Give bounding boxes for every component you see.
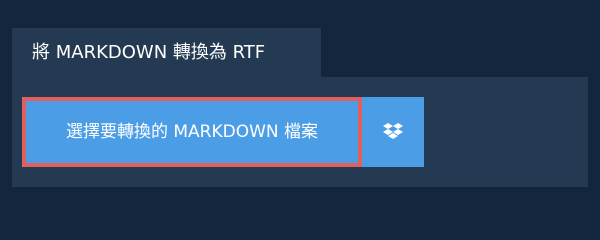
tab-title: 將 MARKDOWN 轉換為 RTF — [32, 42, 266, 63]
converter-tab: 將 MARKDOWN 轉換為 RTF — [12, 28, 321, 77]
dropbox-icon — [383, 123, 403, 141]
dropbox-button[interactable] — [362, 97, 424, 167]
select-button-label: 選擇要轉換的 MARKDOWN 檔案 — [65, 122, 319, 142]
select-markdown-file-button[interactable]: 選擇要轉換的 MARKDOWN 檔案 — [22, 97, 362, 167]
